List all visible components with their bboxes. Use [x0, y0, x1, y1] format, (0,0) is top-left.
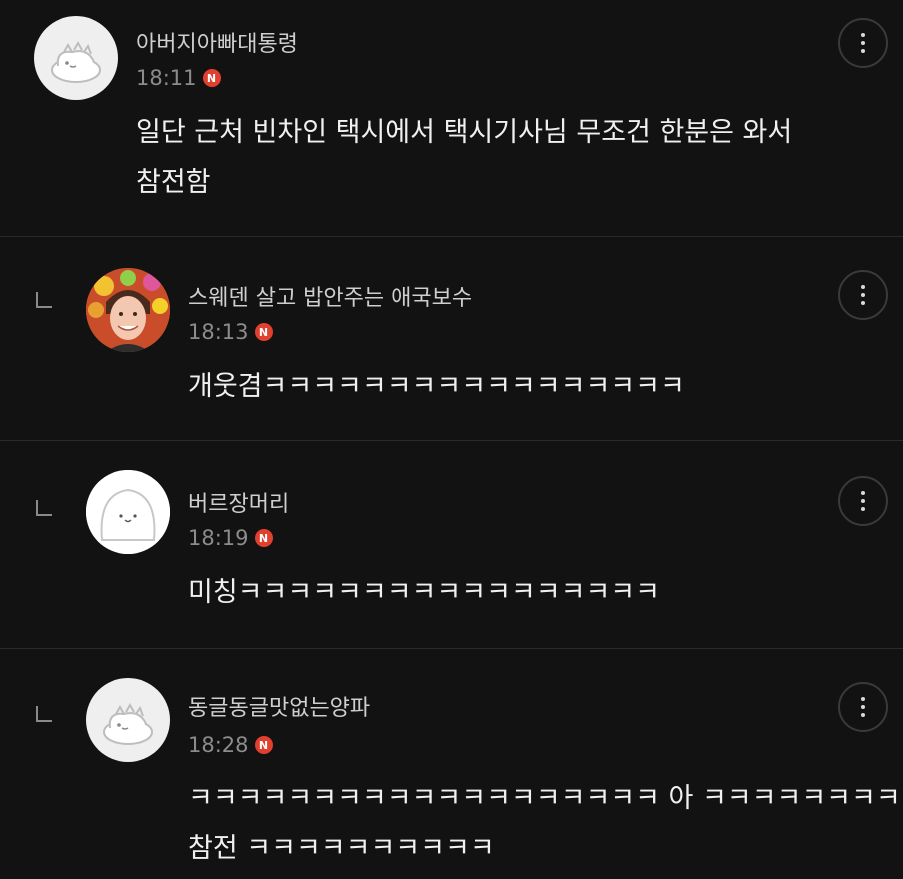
more-dot-icon	[861, 499, 865, 503]
comment-text-line: 개웃겸ㅋㅋㅋㅋㅋㅋㅋㅋㅋㅋㅋㅋㅋㅋㅋㅋㅋ	[188, 371, 685, 402]
new-badge: N	[254, 529, 273, 547]
comment-author[interactable]: 아버지아빠대통령	[136, 26, 298, 58]
comment-author[interactable]: 동글동글맛없는양파	[188, 690, 370, 722]
comment-text-line: 일단 근처 빈차인 택시에서 택시기사님 무조건 한분은 와서	[136, 117, 793, 148]
more-options-button[interactable]	[838, 18, 888, 68]
user-avatar[interactable]	[86, 268, 170, 352]
more-dot-icon	[861, 41, 865, 45]
more-dot-icon	[861, 293, 865, 297]
more-options-button[interactable]	[838, 270, 888, 320]
comment-author[interactable]: 스웨덴 살고 밥안주는 애국보수	[188, 280, 472, 312]
more-options-button[interactable]	[838, 476, 888, 526]
more-options-button[interactable]	[838, 682, 888, 732]
comment-divider	[0, 648, 903, 649]
comment-text-line: 참전 ㅋㅋㅋㅋㅋㅋㅋㅋㅋㅋ	[188, 833, 495, 864]
new-badge: N	[254, 736, 273, 754]
reply-arrow-icon	[36, 706, 52, 722]
more-dot-icon	[861, 697, 865, 701]
user-avatar[interactable]	[86, 678, 170, 762]
new-badge: N	[202, 69, 221, 87]
comment-text-line: ㅋㅋㅋㅋㅋㅋㅋㅋㅋㅋㅋㅋㅋㅋㅋㅋㅋㅋㅋ 아 ㅋㅋㅋㅋㅋㅋㅋㅋㅋ	[188, 783, 903, 814]
dinosaur-avatar-icon	[103, 702, 153, 745]
comment-time: 18:19	[188, 526, 249, 550]
dinosaur-avatar-icon	[51, 40, 101, 83]
comment-time: 18:28	[188, 733, 249, 757]
comment-meta: 18:19 N	[188, 526, 273, 550]
user-avatar[interactable]	[86, 470, 170, 554]
more-dot-icon	[861, 301, 865, 305]
user-avatar[interactable]	[34, 16, 118, 100]
comment-divider	[0, 236, 903, 237]
reply-arrow-icon	[36, 292, 52, 308]
comment-time: 18:13	[188, 320, 249, 344]
more-dot-icon	[861, 705, 865, 709]
comment-text-line: 미칭ㅋㅋㅋㅋㅋㅋㅋㅋㅋㅋㅋㅋㅋㅋㅋㅋㅋ	[188, 577, 660, 608]
more-dot-icon	[861, 33, 865, 37]
more-dot-icon	[861, 49, 865, 53]
cute-face-avatar-icon	[86, 470, 170, 554]
comment-meta: 18:28 N	[188, 733, 273, 757]
comment-time: 18:11	[136, 66, 197, 90]
comment-text-line: 참전함	[136, 167, 211, 198]
more-dot-icon	[861, 713, 865, 717]
more-dot-icon	[861, 491, 865, 495]
comment-author[interactable]: 버르장머리	[188, 486, 289, 518]
comment-meta: 18:11 N	[136, 66, 221, 90]
comment-divider	[0, 440, 903, 441]
more-dot-icon	[861, 285, 865, 289]
person-photo-avatar-icon	[86, 268, 170, 352]
comment-meta: 18:13 N	[188, 320, 273, 344]
new-badge: N	[254, 323, 273, 341]
more-dot-icon	[861, 507, 865, 511]
reply-arrow-icon	[36, 500, 52, 516]
